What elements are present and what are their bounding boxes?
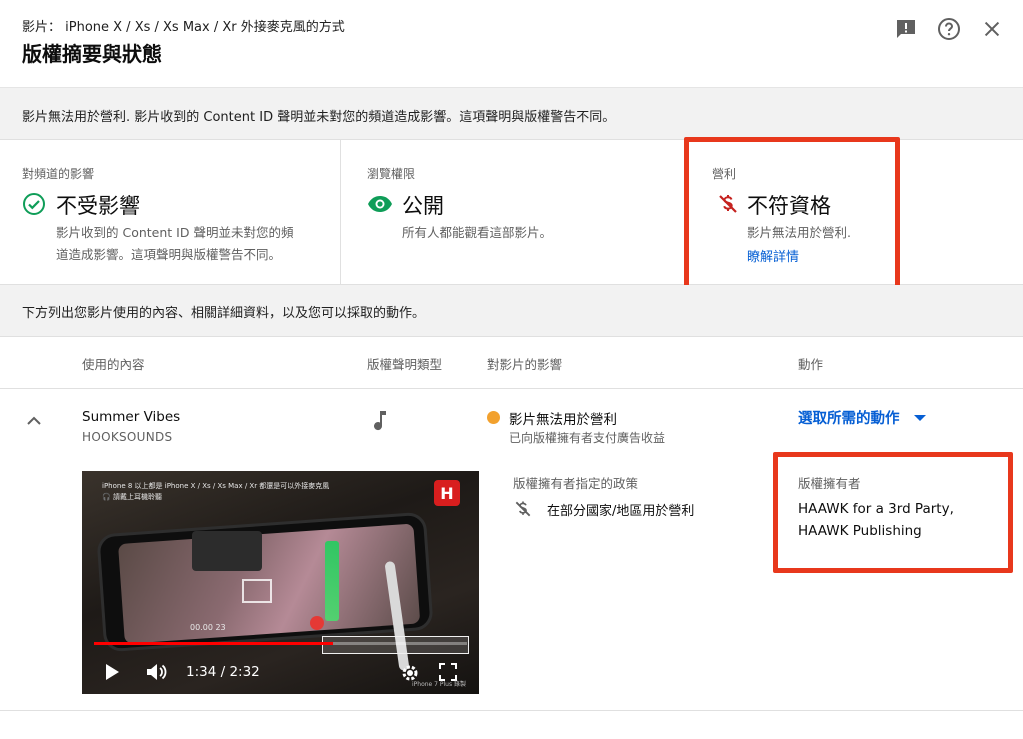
monetization-status: 不符資格 bbox=[747, 194, 831, 218]
song-artist: HOOKSOUNDS bbox=[82, 430, 173, 444]
row-impact-sub: 已向版權擁有者支付廣告收益 bbox=[509, 431, 666, 445]
monetization-card: 營利 不符資格 影片無法用於營利. 瞭解詳情 bbox=[683, 140, 1023, 285]
help-icon[interactable] bbox=[936, 16, 962, 42]
action-dropdown[interactable]: 選取所需的動作 bbox=[798, 407, 926, 428]
channel-impact-desc: 影片收到的 Content ID 聲明並未對您的頻 道造成影響。這項聲明與版權警… bbox=[56, 225, 294, 262]
video-title: 影片： iPhone X / Xs / Xs Max / Xr 外接麥克風的方式 bbox=[22, 20, 345, 35]
record-dot bbox=[310, 616, 324, 630]
header-claim-type: 版權聲明類型 bbox=[367, 357, 443, 372]
video-zoom-readout: 00.00 23 bbox=[190, 623, 226, 632]
header-impact: 對影片的影響 bbox=[487, 357, 563, 372]
banner-text: 影片無法用於營利. 影片收到的 Content ID 聲明並未對您的頻道造成影響… bbox=[22, 110, 616, 125]
video-player[interactable]: iPhone 8 以上都是 iPhone X / Xs / Xs Max / X… bbox=[82, 471, 479, 694]
chevron-up-icon[interactable] bbox=[22, 409, 46, 433]
video-watermark: iPhone 7 Plus 錄製 bbox=[412, 681, 467, 688]
monetization-desc: 影片無法用於營利. bbox=[747, 225, 851, 240]
video-caption: iPhone 8 以上都是 iPhone X / Xs / Xs Max / X… bbox=[102, 482, 330, 501]
audio-meter bbox=[325, 541, 339, 621]
monetization-label: 營利 bbox=[712, 167, 737, 181]
channel-logo: H bbox=[434, 480, 460, 506]
mini-scrubber bbox=[322, 636, 469, 654]
focus-square bbox=[242, 579, 272, 603]
eye-icon bbox=[367, 192, 392, 216]
visibility-card: 瀏覽權限 公開 所有人都能觀看這部影片。 bbox=[341, 140, 681, 285]
owner-text: HAAWK for a 3rd Party, HAAWK Publishing bbox=[798, 501, 954, 539]
caret-down-icon bbox=[913, 414, 926, 421]
action-dropdown-label: 選取所需的動作 bbox=[798, 411, 900, 427]
content-intro-banner: 下方列出您影片使用的內容、相關詳細資料，以及您可以採取的動作。 bbox=[0, 285, 1023, 337]
channel-impact-status: 不受影響 bbox=[56, 194, 140, 218]
impact-summary: 對頻道的影響 不受影響 影片收到的 Content ID 聲明並未對您的頻 道造… bbox=[0, 140, 1023, 285]
table-header: 使用的內容 版權聲明類型 對影片的影響 動作 bbox=[0, 337, 1023, 389]
owner-label: 版權擁有者 bbox=[798, 476, 861, 491]
music-note-icon bbox=[370, 409, 390, 431]
check-circle-icon bbox=[22, 192, 46, 216]
learn-more-link[interactable]: 瞭解詳情 bbox=[747, 246, 799, 265]
status-banner: 影片無法用於營利. 影片收到的 Content ID 聲明並未對您的頻道造成影響… bbox=[0, 88, 1023, 140]
volume-icon[interactable] bbox=[146, 663, 168, 685]
table-row: Summer Vibes HOOKSOUNDS 影片無法用於營利 已向版權擁有者… bbox=[0, 389, 1023, 711]
header-content: 使用的內容 bbox=[82, 357, 145, 372]
channel-impact-card: 對頻道的影響 不受影響 影片收到的 Content ID 聲明並未對您的頻 道造… bbox=[0, 140, 340, 285]
no-money-icon bbox=[513, 499, 533, 519]
policy-label: 版權擁有者指定的政策 bbox=[513, 476, 639, 491]
dialog-header: 影片： iPhone X / Xs / Xs Max / Xr 外接麥克風的方式… bbox=[0, 0, 1023, 88]
no-money-icon bbox=[716, 192, 740, 216]
visibility-status: 公開 bbox=[402, 194, 444, 218]
policy-text: 在部分國家/地區用於營利 bbox=[547, 504, 695, 519]
video-time: 1:34 / 2:32 bbox=[186, 664, 260, 680]
progress-fill bbox=[94, 642, 333, 645]
content-intro-text: 下方列出您影片使用的內容、相關詳細資料，以及您可以採取的動作。 bbox=[22, 306, 426, 321]
visibility-desc: 所有人都能觀看這部影片。 bbox=[402, 225, 553, 240]
channel-impact-label: 對頻道的影響 bbox=[22, 167, 95, 181]
feedback-icon[interactable] bbox=[893, 16, 919, 42]
camera-in-frame bbox=[192, 531, 262, 571]
play-icon[interactable] bbox=[104, 663, 120, 685]
status-dot bbox=[487, 411, 500, 424]
visibility-label: 瀏覽權限 bbox=[367, 167, 416, 181]
song-title: Summer Vibes bbox=[82, 409, 181, 425]
close-icon[interactable] bbox=[979, 16, 1005, 42]
page-title: 版權摘要與狀態 bbox=[22, 42, 162, 66]
header-action: 動作 bbox=[798, 357, 824, 372]
progress-bar[interactable] bbox=[94, 642, 467, 645]
row-impact-status: 影片無法用於營利 bbox=[509, 412, 617, 428]
